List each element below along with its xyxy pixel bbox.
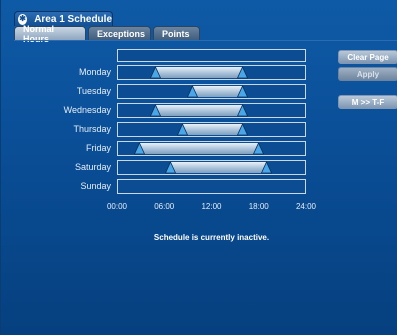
- schedule-status-text: Schedule is currently inactive.: [153, 233, 270, 242]
- day-track[interactable]: [117, 160, 306, 175]
- start-handle-icon[interactable]: [133, 142, 145, 155]
- start-handle-icon[interactable]: [176, 123, 188, 136]
- end-handle-icon[interactable]: [237, 66, 249, 79]
- tab-points[interactable]: Points: [153, 26, 200, 40]
- day-label: Thursday: [73, 124, 111, 134]
- tick-label: 12:00: [201, 202, 222, 211]
- tick-label: 06:00: [154, 202, 175, 211]
- schedule-span-bar[interactable]: [139, 143, 259, 154]
- day-label: Sunday: [80, 181, 111, 191]
- copy-monday-to-weekdays-button[interactable]: M >> T-F: [338, 95, 397, 109]
- day-label: Monday: [78, 67, 111, 77]
- tab-exceptions[interactable]: Exceptions: [88, 26, 151, 40]
- schedule-span-bar[interactable]: [192, 86, 243, 97]
- tick-label: 00:00: [106, 202, 128, 211]
- start-handle-icon[interactable]: [165, 161, 177, 174]
- schedule-span-bar[interactable]: [155, 67, 243, 78]
- tick-label: 18:00: [248, 202, 269, 211]
- start-handle-icon[interactable]: [149, 66, 161, 79]
- end-handle-icon[interactable]: [237, 123, 249, 136]
- schedule-span-bar[interactable]: [182, 124, 243, 135]
- schedule-span-bar[interactable]: [155, 105, 243, 116]
- day-track[interactable]: [117, 141, 306, 156]
- day-track[interactable]: [117, 179, 306, 194]
- start-handle-icon[interactable]: [186, 85, 198, 98]
- apply-button[interactable]: Apply: [338, 67, 397, 81]
- tick-label: 24:00: [295, 202, 317, 211]
- schedule-window: ✱ Area 1 Schedule Normal Hours Exception…: [0, 0, 397, 335]
- day-label: Saturday: [74, 162, 111, 172]
- start-handle-icon[interactable]: [149, 104, 161, 117]
- day-label: Friday: [85, 143, 111, 153]
- tab-bar: Normal Hours Exceptions Points: [14, 24, 202, 44]
- tab-separator: [14, 40, 397, 41]
- schedule-header-box: [117, 49, 306, 62]
- tab-normal-hours[interactable]: Normal Hours: [14, 24, 86, 44]
- day-track[interactable]: [117, 103, 306, 118]
- end-handle-icon[interactable]: [237, 85, 249, 98]
- time-axis: 00:00 06:00 12:00 18:00 24:00: [107, 202, 316, 213]
- schedule-span-bar[interactable]: [170, 162, 267, 173]
- day-label: Wednesday: [63, 105, 111, 115]
- end-handle-icon[interactable]: [260, 161, 272, 174]
- day-track[interactable]: [117, 122, 306, 137]
- day-track[interactable]: [117, 65, 306, 80]
- end-handle-icon[interactable]: [237, 104, 249, 117]
- clear-page-button[interactable]: Clear Page: [338, 50, 397, 64]
- day-track[interactable]: [117, 84, 306, 99]
- day-label: Tuesday: [76, 86, 111, 96]
- end-handle-icon[interactable]: [252, 142, 264, 155]
